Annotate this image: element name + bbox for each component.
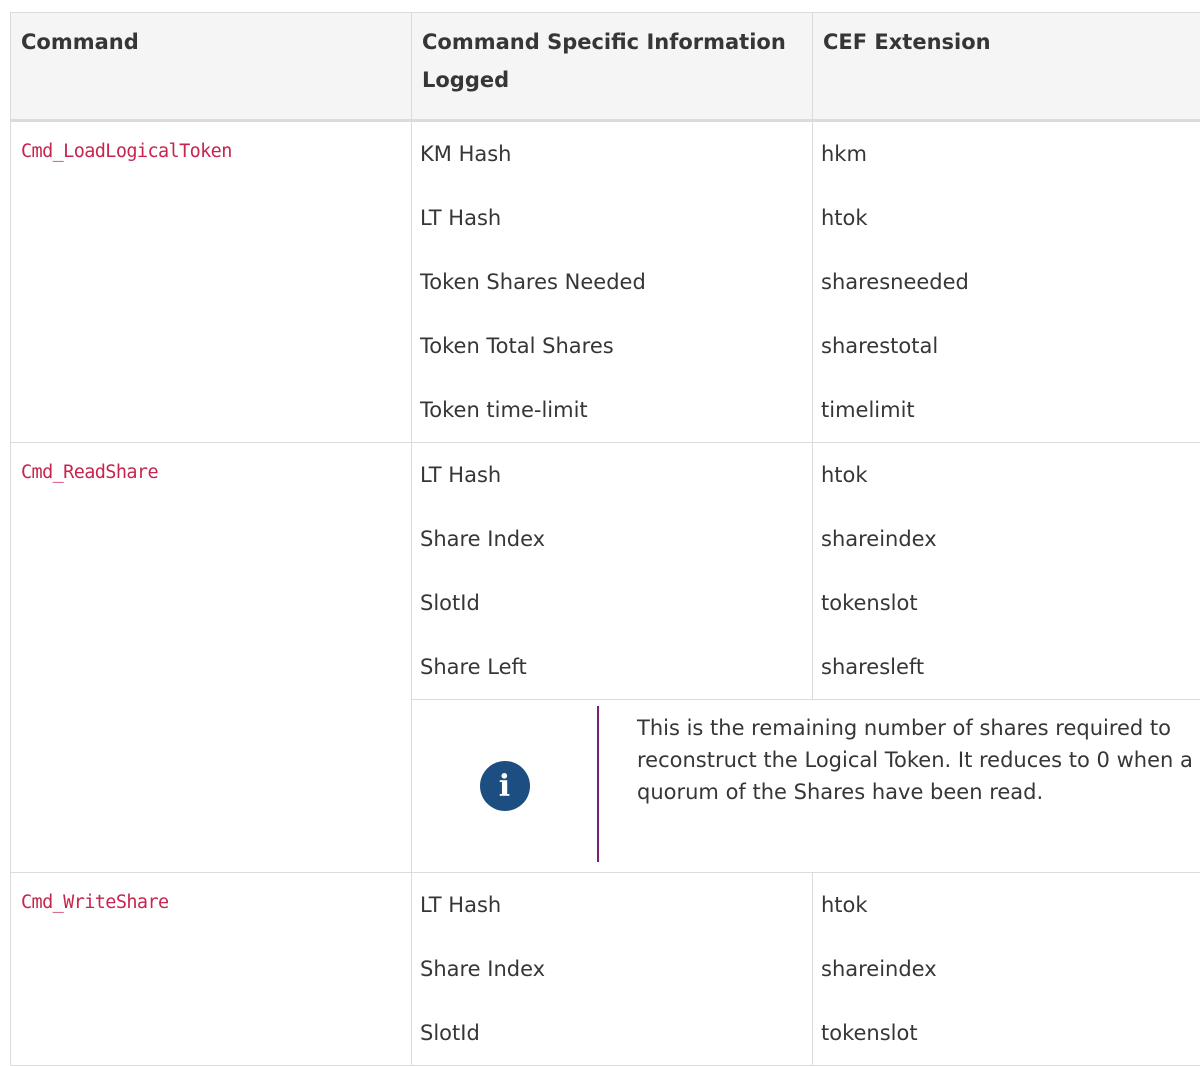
info-value: KM Hash (412, 122, 812, 186)
extension-value: hkm (813, 122, 1200, 186)
command-name: Cmd_WriteShare (21, 888, 401, 918)
info-value: SlotId (412, 1001, 812, 1065)
extension-value: htok (813, 443, 1200, 507)
extension-cell: htok shareindex tokenslot sharesleft (813, 443, 1200, 700)
info-value: Share Left (412, 635, 812, 699)
info-value: SlotId (412, 571, 812, 635)
info-admonition: i This is the remaining number of shares… (412, 700, 1200, 872)
header-command: Command (11, 13, 412, 121)
extension-value: shareindex (813, 937, 1200, 1001)
info-cell: KM Hash LT Hash Token Shares Needed Toke… (412, 121, 813, 443)
command-name: Cmd_ReadShare (21, 458, 401, 488)
note-cell: i This is the remaining number of shares… (412, 700, 1200, 873)
extension-value: shareindex (813, 507, 1200, 571)
table-row: Cmd_WriteShare LT Hash Share Index SlotI… (11, 873, 1200, 1066)
command-cell: Cmd_ReadShare (11, 443, 412, 873)
admonition-text: This is the remaining number of shares r… (599, 700, 1200, 872)
info-value: Share Index (412, 937, 812, 1001)
info-value: LT Hash (412, 443, 812, 507)
table-header-row: Command Command Specific Information Log… (11, 13, 1200, 121)
header-info-logged: Command Specific Information Logged (412, 13, 813, 121)
command-cell: Cmd_WriteShare (11, 873, 412, 1066)
info-value: Token Shares Needed (412, 250, 812, 314)
info-value: Token time-limit (412, 378, 812, 442)
info-value: LT Hash (412, 186, 812, 250)
extension-value: htok (813, 186, 1200, 250)
info-value: LT Hash (412, 873, 812, 937)
extension-value: htok (813, 873, 1200, 937)
extension-cell: hkm htok sharesneeded sharestotal timeli… (813, 121, 1200, 443)
info-value: Token Total Shares (412, 314, 812, 378)
table-row: Cmd_LoadLogicalToken KM Hash LT Hash Tok… (11, 121, 1200, 443)
extension-value: sharesneeded (813, 250, 1200, 314)
extension-cell: htok shareindex tokenslot (813, 873, 1200, 1066)
cef-extension-table: Command Command Specific Information Log… (10, 12, 1200, 1066)
info-cell: LT Hash Share Index SlotId (412, 873, 813, 1066)
extension-value: sharestotal (813, 314, 1200, 378)
info-cell: LT Hash Share Index SlotId Share Left (412, 443, 813, 700)
table-row: Cmd_ReadShare LT Hash Share Index SlotId… (11, 443, 1200, 700)
extension-value: tokenslot (813, 1001, 1200, 1065)
extension-value: tokenslot (813, 571, 1200, 635)
extension-value: timelimit (813, 378, 1200, 442)
command-cell: Cmd_LoadLogicalToken (11, 121, 412, 443)
header-cef-extension: CEF Extension (813, 13, 1200, 121)
admonition-icon-area: i (412, 700, 597, 872)
extension-value: sharesleft (813, 635, 1200, 699)
command-name: Cmd_LoadLogicalToken (21, 137, 401, 167)
info-icon: i (480, 761, 530, 811)
info-value: Share Index (412, 507, 812, 571)
